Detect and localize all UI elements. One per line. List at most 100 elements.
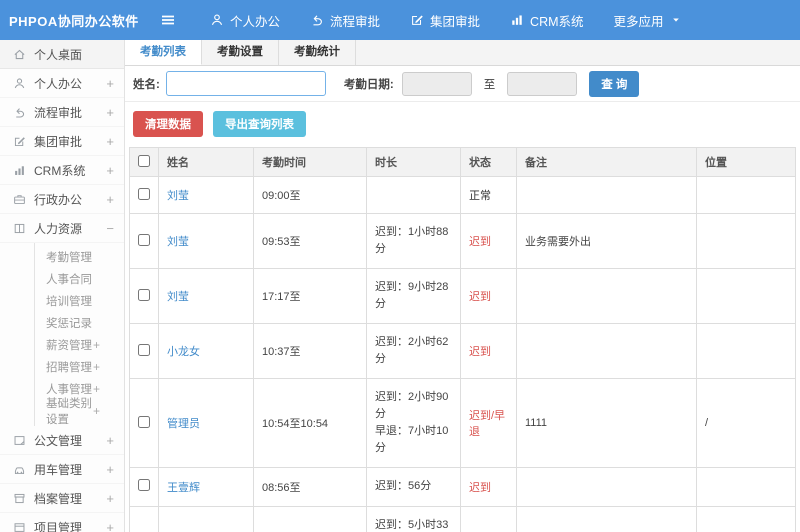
cell-status: 迟到: [460, 268, 517, 325]
employee-name-link[interactable]: 刘莹: [167, 236, 189, 248]
top-nav-more-apps[interactable]: 更多应用: [614, 11, 681, 30]
row-checkbox[interactable]: [138, 343, 150, 356]
employee-name-link[interactable]: 刘莹: [167, 190, 189, 202]
date-to-input[interactable]: [507, 71, 578, 96]
sidebar-subitem-training-mgmt[interactable]: 培训管理: [35, 290, 124, 312]
sidebar-subitem-label: 薪资管理: [46, 340, 92, 352]
cell-duration: 迟到：1小时88分: [366, 212, 461, 270]
employee-name-link[interactable]: 小龙女: [167, 346, 200, 358]
sidebar-item-label: 集团审批: [34, 134, 83, 149]
cell-attendance-time: 09:53至: [253, 212, 367, 270]
cell-status: 迟到: [460, 323, 517, 380]
sidebar-item-personal-desktop[interactable]: 个人桌面: [0, 40, 124, 69]
sidebar-item-admin-office[interactable]: 行政办公 +: [0, 185, 124, 214]
sidebar-subitem-reward-records[interactable]: 奖惩记录: [35, 312, 124, 334]
top-nav-personal-office[interactable]: 个人办公: [210, 11, 280, 30]
sidebar-subitem-attendance-mgmt[interactable]: 考勤管理: [35, 246, 124, 268]
sidebar-item-hr[interactable]: 人力资源 −: [0, 214, 124, 243]
expand-icon: +: [106, 104, 114, 120]
filter-bar: 姓名: 考勤日期: 至 查 询: [125, 66, 800, 102]
cell-name: 刘莹: [158, 268, 254, 325]
top-nav-workflow-approval[interactable]: 流程审批: [310, 11, 380, 30]
employee-name-link[interactable]: 王壹辉: [167, 482, 200, 494]
sidebar-item-document-mgmt[interactable]: 公文管理 +: [0, 426, 124, 455]
cell-status: 迟到: [460, 467, 517, 507]
cell-attendance-time: 10:54至10:54: [253, 378, 367, 469]
row-checkbox[interactable]: [138, 415, 150, 428]
sidebar-item-label: CRM系统: [34, 163, 86, 178]
table-row: 刘莹 09:00至 正常: [129, 176, 796, 214]
export-list-button[interactable]: 导出查询列表: [213, 111, 306, 137]
project-icon: [13, 521, 26, 532]
duration-line: 迟到：5小时33分: [375, 518, 449, 531]
sidebar-subitem-recruitment-mgmt[interactable]: 招聘管理 +: [35, 356, 124, 378]
cell-note: 1111: [516, 378, 697, 469]
search-button[interactable]: 查 询: [589, 70, 640, 97]
sidebar-subitem-salary-mgmt[interactable]: 薪资管理 +: [35, 334, 124, 356]
sidebar-item-label: 公文管理: [34, 433, 83, 448]
row-checkbox[interactable]: [138, 288, 150, 301]
status-badge: 迟到: [469, 346, 491, 359]
cell-location: [696, 176, 796, 214]
table-row: 刘莹 17:17至 迟到：9小时28分 迟到: [129, 268, 796, 325]
status-badge: 迟到/早退: [469, 410, 506, 439]
row-checkbox-cell: [129, 467, 159, 507]
duration-line: 迟到：56分: [375, 480, 432, 493]
sidebar-item-label: 个人办公: [34, 76, 83, 91]
sidebar-subitem-base-category-settings[interactable]: 基础类别设置 +: [35, 398, 124, 426]
row-checkbox[interactable]: [138, 233, 150, 246]
sidebar-item-personal-office[interactable]: 个人办公 +: [0, 69, 124, 98]
name-filter-label: 姓名:: [133, 78, 160, 91]
sidebar-item-archive-mgmt[interactable]: 档案管理 +: [0, 484, 124, 513]
sidebar-item-label: 项目管理: [34, 520, 83, 532]
hamburger-icon[interactable]: [160, 10, 180, 30]
cell-note: [516, 268, 697, 325]
date-to-label: 至: [483, 78, 496, 91]
sidebar-item-crm[interactable]: CRM系统 +: [0, 156, 124, 185]
duration-line: 迟到：2小时62分: [375, 336, 449, 366]
employee-name-link[interactable]: 管理员: [167, 418, 200, 430]
top-nav-label: 集团审批: [430, 14, 481, 29]
table-header: 姓名 考勤时间 时长 状态 备注 位置: [129, 147, 796, 177]
book-icon: [13, 222, 26, 235]
doc-icon: [13, 434, 26, 447]
top-nav-label: 更多应用: [613, 14, 664, 29]
row-checkbox[interactable]: [138, 187, 150, 200]
cell-note: [516, 176, 697, 214]
table-row: 管理员 10:54至10:54 迟到：2小时90分 早退：7小时10分 迟到/早退 111…: [129, 378, 796, 469]
sidebar: 个人桌面 个人办公 + 流程审批 + 集团审批 + CRM系统 + 行政办公 + 人力资源 − 考勤管理人…: [0, 40, 125, 532]
flow-icon: [310, 13, 324, 27]
cell-location: [696, 467, 796, 507]
clear-data-button[interactable]: 清理数据: [133, 111, 203, 137]
tab-attendance-stats[interactable]: 考勤统计: [279, 40, 356, 65]
sidebar-item-vehicle-mgmt[interactable]: 用车管理 +: [0, 455, 124, 484]
select-all-checkbox[interactable]: [138, 154, 150, 167]
sidebar-item-project-mgmt[interactable]: 项目管理 +: [0, 513, 124, 532]
employee-name-link[interactable]: 刘莹: [167, 291, 189, 303]
collapse-icon: −: [106, 220, 114, 236]
action-bar: 清理数据 导出查询列表: [125, 102, 800, 147]
expand-icon: +: [106, 162, 114, 178]
top-nav-label: 流程审批: [330, 14, 381, 29]
row-checkbox-cell: [129, 505, 159, 532]
top-nav-group-approval[interactable]: 集团审批: [410, 11, 480, 30]
top-nav-crm[interactable]: CRM系统: [510, 11, 584, 30]
tab-strip: 考勤列表 考勤设置 考勤统计: [125, 40, 800, 66]
tab-attendance-list[interactable]: 考勤列表: [125, 40, 202, 65]
sidebar-subitem-hr-contract[interactable]: 人事合同: [35, 268, 124, 290]
cell-attendance-time: 10:37至: [253, 323, 367, 380]
row-checkbox-cell: [129, 323, 159, 380]
row-checkbox[interactable]: [138, 479, 150, 492]
cell-location: [696, 323, 796, 380]
chart-icon: [510, 13, 524, 27]
briefcase-icon: [13, 193, 26, 206]
cell-note: [516, 505, 697, 532]
cell-attendance-time: 09:00至: [253, 176, 367, 214]
sidebar-item-group-approval[interactable]: 集团审批 +: [0, 127, 124, 156]
date-from-input[interactable]: [401, 71, 472, 96]
attendance-table-wrap: 姓名 考勤时间 时长 状态 备注 位置 刘莹 09:00至 正常 刘莹 09:53至 迟到：1小时8…: [125, 147, 800, 532]
tab-attendance-settings[interactable]: 考勤设置: [202, 40, 279, 65]
sidebar-subitem-label: 考勤管理: [46, 252, 92, 264]
name-filter-input[interactable]: [165, 71, 326, 96]
sidebar-item-workflow-approval[interactable]: 流程审批 +: [0, 98, 124, 127]
